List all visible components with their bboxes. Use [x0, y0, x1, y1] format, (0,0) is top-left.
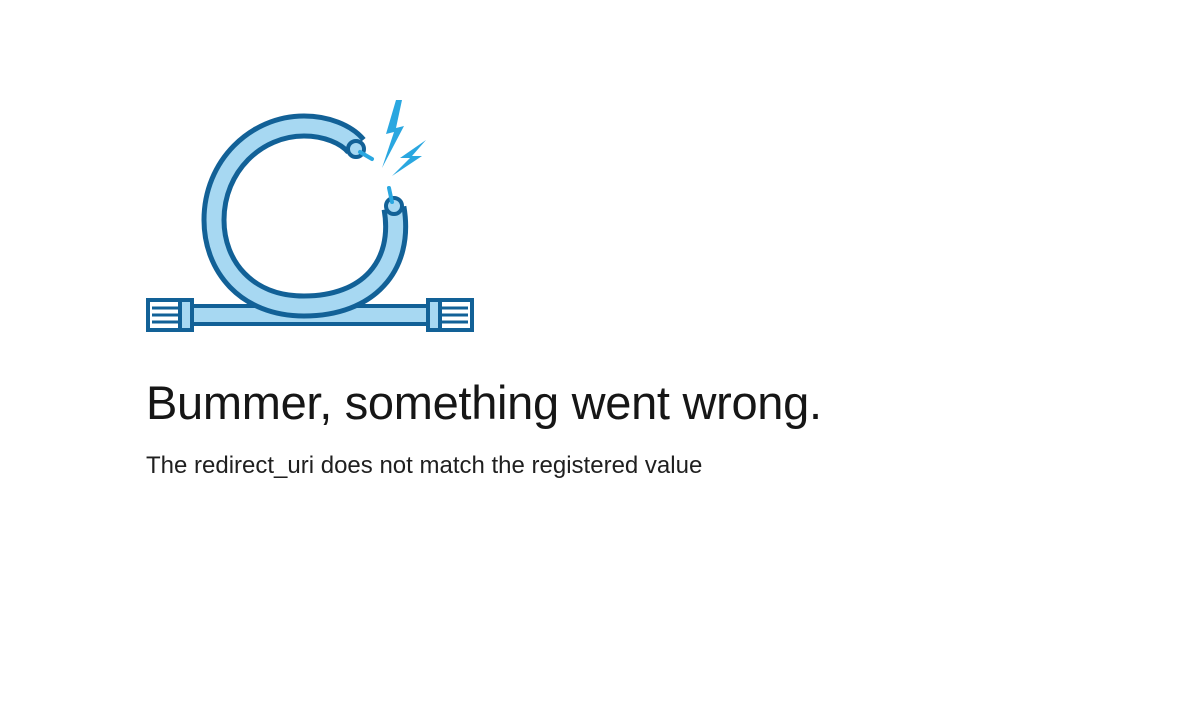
spark-icon: [392, 140, 426, 176]
error-message: The redirect_uri does not match the regi…: [146, 452, 703, 480]
error-title: Bummer, something went wrong.: [146, 376, 822, 429]
error-panel: Bummer, something went wrong. The redire…: [146, 96, 1046, 481]
disconnected-cable-icon: [146, 100, 474, 332]
